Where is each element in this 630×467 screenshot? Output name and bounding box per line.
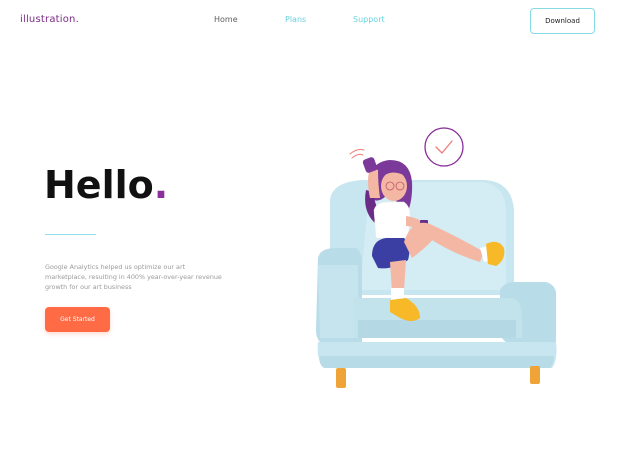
landing-page: illustration. Home Plans Support Downloa… xyxy=(0,0,630,467)
nav-plans-link[interactable]: Plans xyxy=(285,15,306,24)
nav-home-link[interactable]: Home xyxy=(214,15,238,24)
hero-description: Google Analytics helped us optimize our … xyxy=(45,263,222,291)
logo[interactable]: illustration. xyxy=(20,14,79,25)
girl-on-sofa-illustration xyxy=(316,127,557,388)
hero-title: Hello. xyxy=(44,166,168,204)
sofa-illustration xyxy=(316,180,557,388)
get-started-button[interactable]: Get Started xyxy=(45,307,110,332)
download-button[interactable]: Download xyxy=(530,8,595,34)
hero-title-text: Hello xyxy=(44,163,154,207)
motion-lines-icon xyxy=(349,149,365,159)
hero-divider xyxy=(45,234,96,235)
nav-support-link[interactable]: Support xyxy=(353,15,385,24)
hero-title-dot: . xyxy=(153,163,169,207)
clock-icon xyxy=(424,127,464,167)
